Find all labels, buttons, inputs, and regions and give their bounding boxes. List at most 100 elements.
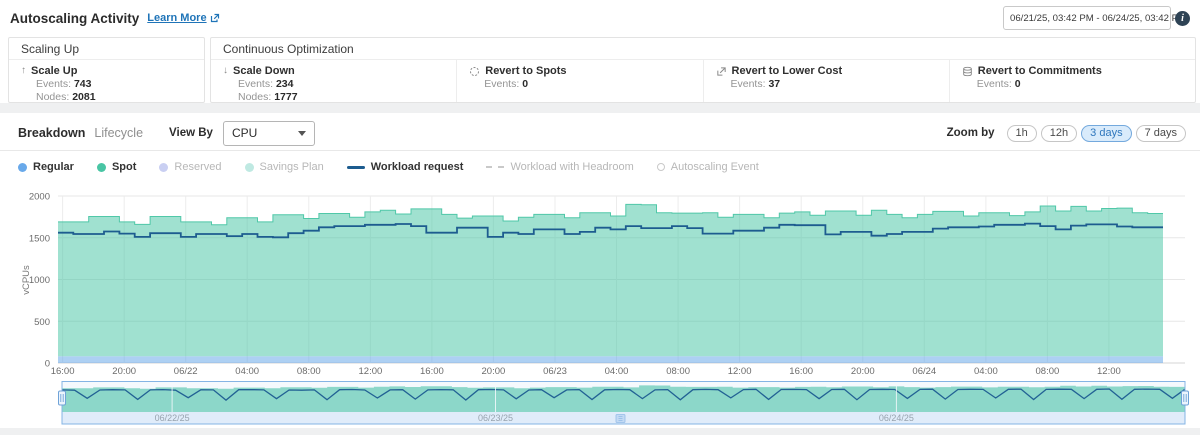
y-tick-label: 1500	[29, 233, 50, 244]
legend-label: Autoscaling Event	[671, 161, 759, 173]
legend-item-workload-with-headroom[interactable]: Workload with Headroom	[486, 161, 633, 173]
y-tick-label: 500	[34, 317, 50, 328]
legend-swatch	[159, 163, 168, 172]
zoom-option-12h[interactable]: 12h	[1041, 125, 1077, 142]
chart-legend: Regular Spot Reserved Savings Plan Workload …	[18, 156, 759, 178]
x-tick-label: 04:00	[974, 366, 998, 377]
tab-breakdown[interactable]: Breakdown	[18, 126, 85, 140]
scaling-up-card: Scaling Up ↑ Scale Up Events: 743 Nodes:…	[8, 37, 205, 103]
navigator-handle-left[interactable]	[59, 391, 66, 405]
navigator-scrollbar-thumb[interactable]	[616, 415, 625, 423]
x-tick-label: 06/24	[912, 366, 936, 377]
legend-swatch	[97, 163, 106, 172]
legend-item-reserved[interactable]: Reserved	[159, 161, 221, 173]
lower-cost-icon	[716, 66, 727, 77]
page-header: Autoscaling Activity Learn More 06/21/25…	[0, 0, 1200, 36]
view-by-label: View By	[169, 127, 213, 139]
y-tick-label: 2000	[29, 192, 50, 203]
legend-label: Workload with Headroom	[510, 161, 633, 173]
zoom-option-7-days[interactable]: 7 days	[1136, 125, 1186, 142]
metric-label: Revert to Lower Cost	[732, 65, 843, 77]
main-chart-svg: 0 500 1000 1500 2000 16:00 20:00 06/22 04:00 08:0…	[0, 185, 1200, 383]
legend-swatch	[657, 163, 665, 171]
legend-item-savings-plan[interactable]: Savings Plan	[245, 161, 324, 173]
metric-stat: Nodes: 2081	[36, 91, 192, 103]
page-title: Autoscaling Activity	[10, 11, 139, 26]
view-by-value: CPU	[232, 126, 298, 140]
x-tick-label: 06/22	[174, 366, 198, 377]
metric-label: Revert to Spots	[485, 65, 566, 77]
metric-stat: Events: 37	[731, 78, 937, 91]
x-tick-label: 08:00	[297, 366, 321, 377]
card-title: Continuous Optimization	[211, 38, 1195, 60]
x-tick-label: 12:00	[359, 366, 383, 377]
zoom-by-label: Zoom by	[947, 127, 995, 139]
date-range-input[interactable]: 06/21/25, 03:42 PM - 06/24/25, 03:42 PM	[1003, 6, 1171, 30]
legend-label: Workload request	[371, 161, 464, 173]
learn-more-label: Learn More	[147, 12, 206, 24]
zoom-option-3-days[interactable]: 3 days	[1081, 125, 1131, 142]
metric-revert-to-spots: Revert to Spots Events: 0	[456, 60, 702, 103]
x-tick-label: 16:00	[420, 366, 444, 377]
y-tick-label: 0	[45, 359, 50, 370]
x-tick-label: 20:00	[482, 366, 506, 377]
legend-item-workload-request[interactable]: Workload request	[347, 161, 464, 173]
legend-label: Regular	[33, 161, 74, 173]
legend-item-autoscaling-event[interactable]: Autoscaling Event	[657, 161, 759, 173]
legend-item-spot[interactable]: Spot	[97, 161, 136, 173]
metric-revert-to-commitments: Revert to Commitments Events: 0	[949, 60, 1195, 103]
x-tick-label: 06/23	[543, 366, 567, 377]
legend-swatch	[18, 163, 27, 172]
info-icon[interactable]: i	[1175, 11, 1190, 26]
continuous-optimization-card: Continuous Optimization ↓ Scale Down Eve…	[210, 37, 1196, 103]
x-tick-label: 12:00	[1097, 366, 1121, 377]
metric-stat: Nodes: 1777	[238, 91, 444, 103]
arrow-down-icon: ↓	[223, 66, 228, 76]
main-chart: 0 500 1000 1500 2000 16:00 20:00 06/22 04:00 08:0…	[0, 185, 1200, 383]
metric-stat: Events: 234	[238, 78, 444, 91]
x-tick-label: 20:00	[112, 366, 136, 377]
metric-label: Scale Up	[31, 65, 77, 77]
y-tick-label: 1000	[29, 275, 50, 286]
bottom-divider	[0, 428, 1200, 435]
commitments-icon	[962, 66, 973, 77]
metric-label: Revert to Commitments	[978, 65, 1102, 77]
arrow-up-icon: ↑	[21, 66, 26, 76]
external-link-icon	[210, 13, 220, 23]
view-by-select[interactable]: CPU	[223, 121, 315, 146]
section-divider	[0, 103, 1200, 113]
metric-scale-up: ↑ Scale Up Events: 743 Nodes: 2081	[9, 60, 204, 103]
navigator[interactable]: 06/22/2506/23/2506/24/25	[0, 380, 1200, 428]
x-tick-label: 20:00	[851, 366, 875, 377]
regular-area	[58, 356, 1163, 363]
x-tick-label: 16:00	[789, 366, 813, 377]
legend-swatch	[245, 163, 254, 172]
metric-revert-to-lower-cost: Revert to Lower Cost Events: 37	[703, 60, 949, 103]
metric-stat: Events: 743	[36, 78, 192, 91]
x-tick-label: 12:00	[728, 366, 752, 377]
legend-label: Savings Plan	[260, 161, 324, 173]
legend-label: Spot	[112, 161, 136, 173]
spot-icon	[469, 66, 480, 77]
navigator-handle-right[interactable]	[1182, 391, 1189, 405]
learn-more-link[interactable]: Learn More	[147, 12, 219, 24]
stat-cards-row: Scaling Up ↑ Scale Up Events: 743 Nodes:…	[8, 37, 1196, 103]
navigator-svg[interactable]: 06/22/2506/23/2506/24/25	[0, 380, 1200, 428]
tab-lifecycle[interactable]: Lifecycle	[94, 126, 143, 140]
metric-scale-down: ↓ Scale Down Events: 234 Nodes: 1777	[211, 60, 456, 103]
metric-stat: Events: 0	[484, 78, 690, 91]
card-title: Scaling Up	[9, 38, 204, 60]
chevron-down-icon	[298, 131, 306, 136]
legend-item-regular[interactable]: Regular	[18, 161, 74, 173]
x-tick-label: 08:00	[1036, 366, 1060, 377]
date-range-value: 06/21/25, 03:42 PM - 06/24/25, 03:42 PM	[1010, 13, 1186, 24]
legend-label: Reserved	[174, 161, 221, 173]
legend-swatch	[486, 166, 504, 168]
y-axis-label: vCPUs	[21, 265, 32, 295]
metric-label: Scale Down	[233, 65, 295, 77]
zoom-option-1h[interactable]: 1h	[1007, 125, 1037, 142]
x-tick-label: 04:00	[605, 366, 629, 377]
metric-stat: Events: 0	[977, 78, 1183, 91]
legend-swatch	[347, 166, 365, 169]
x-tick-label: 04:00	[235, 366, 259, 377]
